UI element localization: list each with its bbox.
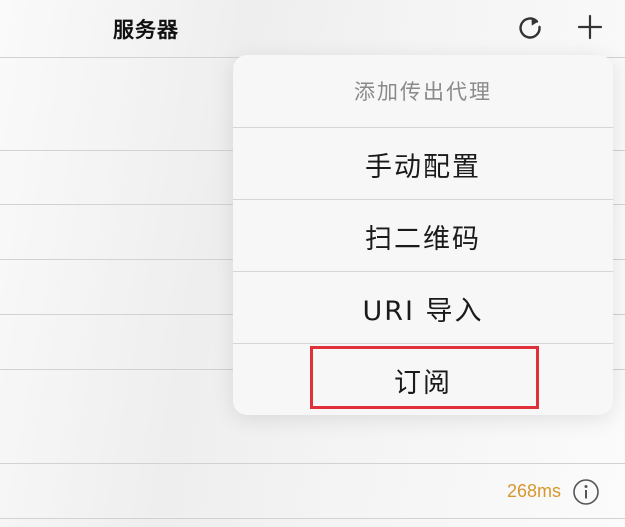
menu-item-manual-config[interactable]: 手动配置 xyxy=(233,128,613,200)
menu-item-scan-qr[interactable]: 扫二维码 xyxy=(233,200,613,272)
server-row[interactable]: 268ms xyxy=(0,464,625,519)
page-title: 服务器 xyxy=(113,18,179,42)
refresh-icon xyxy=(519,17,541,39)
info-icon[interactable] xyxy=(572,478,600,506)
menu-item-uri-import[interactable]: URI 导入 xyxy=(233,272,613,344)
add-outbound-popover: 添加传出代理 手动配置 扫二维码 URI 导入 订阅 xyxy=(233,55,613,415)
menu-item-subscribe[interactable]: 订阅 xyxy=(233,344,613,416)
popover-header: 添加传出代理 xyxy=(354,80,492,104)
add-button[interactable] xyxy=(570,9,610,45)
refresh-button[interactable] xyxy=(510,9,550,45)
plus-icon xyxy=(577,14,603,40)
nav-bar: 服务器 xyxy=(0,0,625,56)
popover-arrow xyxy=(566,42,596,56)
latency-label: 268ms xyxy=(506,481,561,501)
